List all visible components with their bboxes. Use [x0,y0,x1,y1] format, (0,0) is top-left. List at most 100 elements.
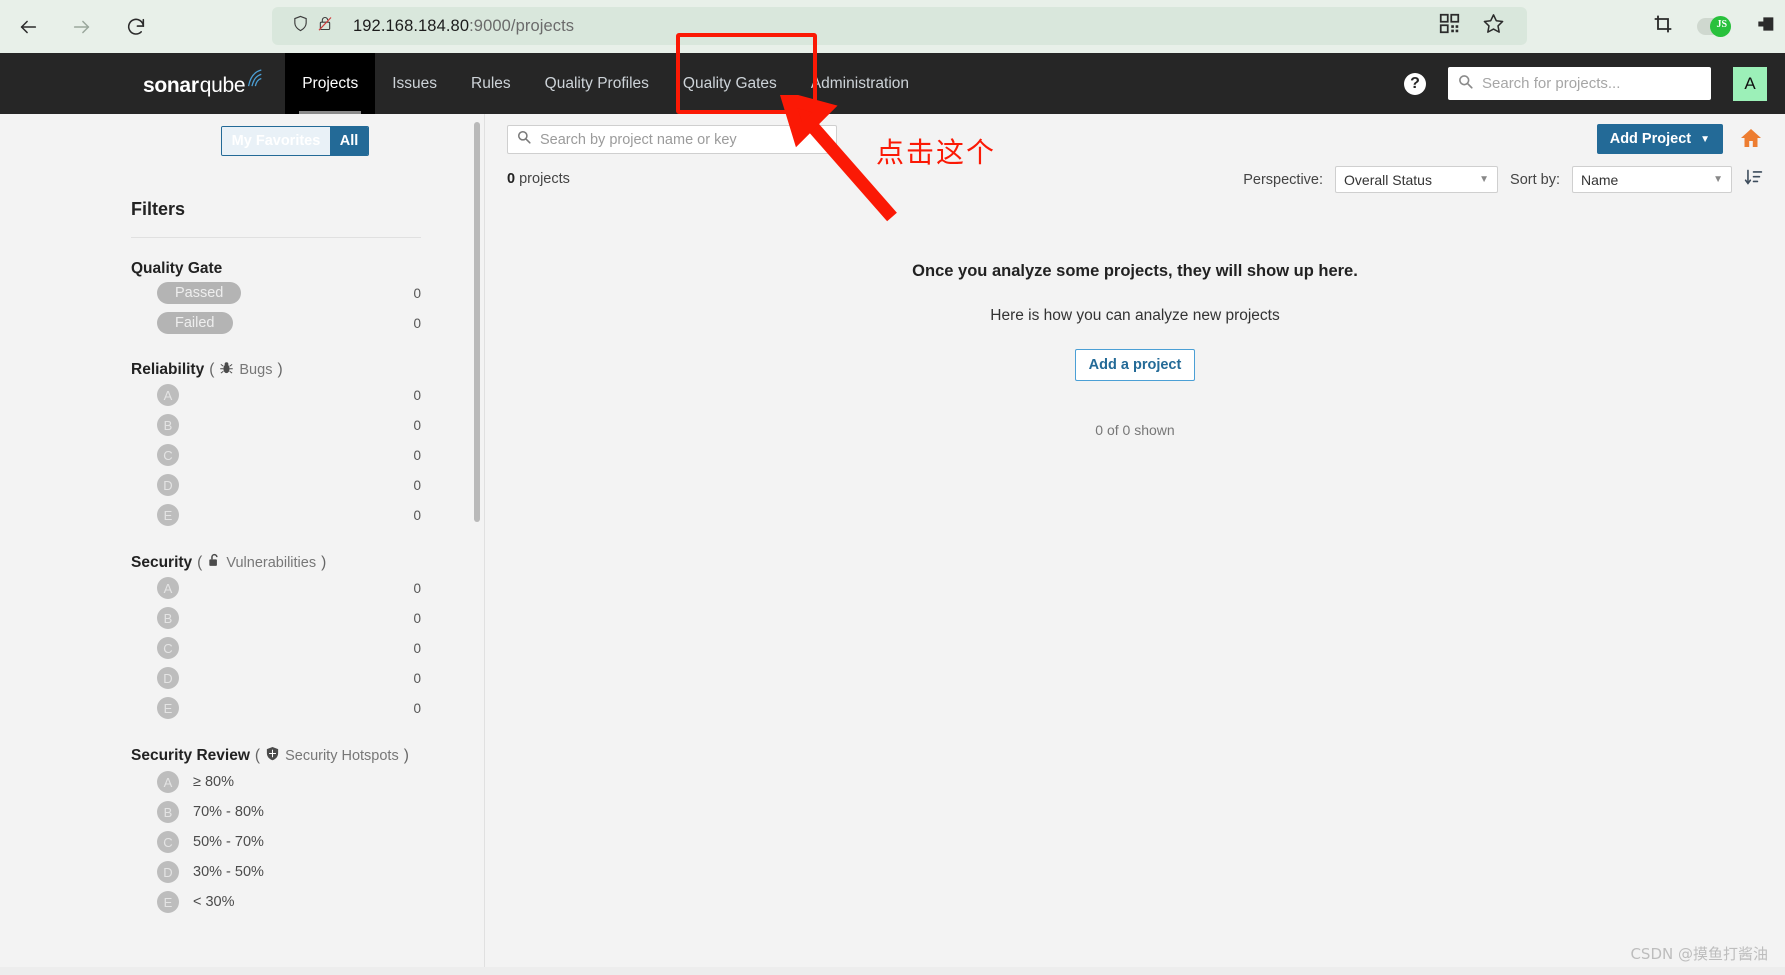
rating-badge[interactable]: C [157,637,179,659]
facet-row[interactable]: B0 [131,603,421,633]
rating-badge[interactable]: D [157,474,179,496]
navbar-search-input[interactable] [1482,75,1701,92]
rating-badge[interactable]: B [157,607,179,629]
rating-badge[interactable]: C [157,444,179,466]
avatar[interactable]: A [1733,66,1767,101]
navbar-search[interactable] [1448,67,1711,100]
quality-gate-failed-pill[interactable]: Failed [157,312,233,334]
facet-count: 0 [413,507,421,523]
rating-badge[interactable]: C [157,831,179,853]
rating-badge[interactable]: B [157,801,179,823]
sort-by-select[interactable]: Name ▼ [1572,166,1732,193]
facet-row[interactable]: C 50% - 70% [131,827,421,857]
facet-row[interactable]: C0 [131,633,421,663]
help-icon[interactable]: ? [1404,72,1426,95]
facet-count: 0 [413,285,421,301]
facet-subtitle: Bugs [239,362,273,378]
facet-count: 0 [413,387,421,403]
facet-count: 0 [413,315,421,331]
insecure-lock-icon[interactable] [317,14,333,38]
page-body: My Favorites All Filters Quality Gate Pa… [0,114,1785,975]
rating-badge[interactable]: A [157,771,179,793]
facet-row[interactable]: Failed 0 [131,308,421,338]
star-icon[interactable] [1482,12,1505,40]
nav-item-rules[interactable]: Rules [454,53,528,114]
sort-descending-icon[interactable] [1744,167,1763,193]
facet-row[interactable]: B 70% - 80% [131,797,421,827]
rating-badge[interactable]: A [157,384,179,406]
facet-row[interactable]: E0 [131,500,421,530]
forward-icon[interactable] [68,13,96,41]
facet-count: 0 [413,447,421,463]
rating-badge[interactable]: B [157,414,179,436]
facet-row[interactable]: A0 [131,573,421,603]
facet-count: 0 [413,477,421,493]
rating-range-label: < 30% [193,894,235,910]
pocket-icon[interactable] [1755,14,1775,39]
all-projects-button[interactable]: All [330,127,368,155]
navbar-right-section: ? A [1404,66,1767,101]
nav-item-administration-label: Administration [810,74,910,92]
nav-item-projects[interactable]: Projects [285,53,376,114]
facet-row[interactable]: A0 [131,380,421,410]
facet-row[interactable]: B0 [131,410,421,440]
facet-row[interactable]: D0 [131,470,421,500]
facet-row[interactable]: C0 [131,440,421,470]
crop-icon[interactable] [1653,14,1673,39]
facet-row[interactable]: D0 [131,663,421,693]
facet-row[interactable]: D 30% - 50% [131,857,421,887]
reload-icon[interactable] [122,13,150,41]
shield-icon[interactable] [292,14,309,38]
nav-item-projects-label: Projects [302,74,359,92]
add-a-project-button[interactable]: Add a project [1074,349,1196,381]
rating-badge[interactable]: E [157,504,179,526]
favorites-toggle: My Favorites All [221,126,369,156]
back-icon[interactable] [14,13,42,41]
facet-row[interactable]: E0 [131,693,421,723]
facet-row[interactable]: Passed 0 [131,278,421,308]
browser-nav-buttons [14,13,150,41]
paren-close: ) [277,361,283,378]
rating-badge[interactable]: D [157,667,179,689]
nav-item-quality-profiles-label: Quality Profiles [544,74,649,92]
rating-badge[interactable]: E [157,697,179,719]
screenshot-root: 192.168.184.80:9000/projects JS sonarqu [0,0,1785,975]
logo-bold-text: sonar [143,74,199,97]
browser-extensions: JS [1653,7,1775,45]
nav-item-quality-profiles[interactable]: Quality Profiles [528,53,666,114]
facet-row[interactable]: E < 30% [131,887,421,917]
facet-security-review: Security Review ( Security Hotspots ) A ≥… [131,745,470,917]
paren-open: ( [254,747,261,764]
facet-count: 0 [413,610,421,626]
filters-divider [131,237,421,238]
sonarqube-logo[interactable]: sonar qube [143,69,263,98]
avatar-letter: A [1744,73,1756,93]
perspective-select[interactable]: Overall Status ▼ [1335,166,1499,193]
javascript-toggle[interactable]: JS [1697,15,1731,37]
empty-state: Once you analyze some projects, they wil… [485,262,1785,438]
facet-quality-gate-heading: Quality Gate [131,260,470,278]
project-count-number: 0 [507,171,516,187]
sidebar-scrollbar[interactable] [474,122,480,522]
address-bar[interactable]: 192.168.184.80:9000/projects [272,7,1527,45]
my-favorites-button[interactable]: My Favorites [222,127,330,155]
shown-count: 0 of 0 shown [1095,422,1175,438]
qr-code-icon[interactable] [1439,13,1460,39]
rating-badge[interactable]: E [157,891,179,913]
rating-badge[interactable]: D [157,861,179,883]
sort-by-value: Name [1581,171,1619,188]
annotation-text: 点击这个 [876,136,997,169]
rating-range-label: 30% - 50% [193,864,264,880]
add-project-button[interactable]: Add Project ▼ [1596,124,1723,154]
facet-row[interactable]: A ≥ 80% [131,767,421,797]
rating-badge[interactable]: A [157,577,179,599]
home-icon[interactable] [1739,126,1763,155]
rating-range-label: 50% - 70% [193,834,264,850]
quality-gate-passed-pill[interactable]: Passed [157,282,242,304]
nav-item-issues[interactable]: Issues [375,53,454,114]
sonarqube-swoosh-icon [246,69,263,94]
search-icon [1458,74,1473,94]
facet-security-heading: Security ( Vulnerabilities ) [131,552,470,573]
projects-controls: Perspective: Overall Status ▼ Sort by: N… [1243,166,1763,193]
shield-icon [265,745,280,767]
